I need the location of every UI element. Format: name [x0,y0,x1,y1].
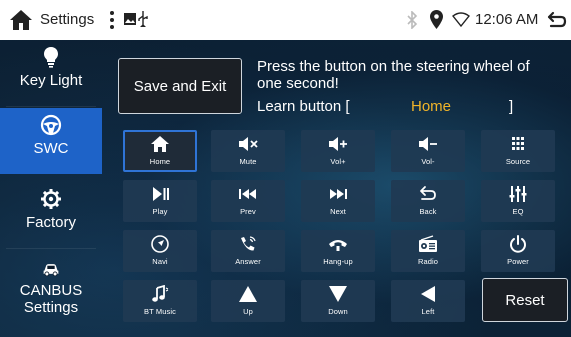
key-source[interactable]: Source [481,130,555,172]
key-label: Vol+ [330,157,346,166]
divider [6,248,96,249]
arrow-down-icon [329,286,347,302]
home-icon [151,136,169,152]
key-eq[interactable]: EQ [481,180,555,222]
sidebar-item-canbus-settings[interactable]: CANBUS Settings [0,254,102,334]
wifi-icon [452,12,470,27]
key-label: Radio [417,257,439,266]
music-icon [152,285,169,302]
key-down[interactable]: Down [301,280,375,322]
learn-button-label: Learn button [ [257,98,350,115]
navigation-icon [151,235,169,253]
location-icon [430,10,443,29]
key-prev[interactable]: Prev [211,180,285,222]
usb-icon [138,11,148,27]
key-label: Answer [235,257,261,266]
key-label: Navi [152,257,168,266]
back-arrow-icon[interactable] [547,10,567,30]
page-title: Settings [40,11,95,28]
gear-icon [41,189,61,209]
key-label: Up [243,307,253,316]
mute-icon [239,137,258,151]
key-play[interactable]: Play [123,180,197,222]
phone-hangup-icon [329,240,347,251]
previous-icon [239,189,256,199]
next-icon [330,189,347,199]
key-back[interactable]: Back [391,180,465,222]
radio-icon [419,235,437,252]
arrow-up-icon [239,286,257,302]
sidebar-item-label: Factory [25,214,76,231]
sidebar-item-label: Key Light [19,72,83,89]
learn-button-value: Home [411,98,452,115]
gallery-icon [124,13,136,25]
learn-button-bracket: ] [509,98,514,115]
divider [6,106,96,107]
key-label: Power [507,257,529,266]
key-mute[interactable]: Mute [211,130,285,172]
sidebar-item-key-light[interactable]: Key Light [0,40,102,106]
key-label: BT Music [144,307,176,316]
key-left[interactable]: Left [391,280,465,322]
sidebar-item-swc[interactable]: SWC [0,108,102,174]
more-vert-icon[interactable] [108,10,116,30]
play-pause-icon [153,187,169,201]
car-icon [43,264,59,277]
key-answer[interactable]: Answer [211,230,285,272]
key-label: Next [330,207,346,216]
clock: 12:06 AM [475,11,539,28]
sidebar-item-factory[interactable]: Factory [0,182,102,248]
key-label: Left [421,307,435,316]
grid-icon [512,137,524,150]
phone-answer-icon [241,236,256,251]
key-hang-up[interactable]: Hang-up [301,230,375,272]
key-next[interactable]: Next [301,180,375,222]
key-navi[interactable]: Navi [123,230,197,272]
volume-up-icon [329,137,347,151]
status-bar: Settings 12:06 AM [0,0,571,40]
save-and-exit-button[interactable]: Save and Exit [118,58,242,114]
volume-down-icon [419,137,437,151]
key-home[interactable]: Home [123,130,197,172]
arrow-left-icon [421,286,435,302]
key-up[interactable]: Up [211,280,285,322]
key-bt-music[interactable]: BT Music [123,280,197,322]
equalizer-icon [509,186,527,202]
key-label: Mute [239,157,257,166]
key-label: Hang-up [323,257,353,266]
steering-wheel-icon [40,114,62,136]
key-label: EQ [512,207,524,216]
key-label: Vol- [421,157,435,166]
key-label: Back [419,207,437,216]
power-icon [510,235,526,253]
sidebar-item-label: CANBUS Settings [19,282,83,316]
sidebar-item-label: SWC [33,140,69,157]
back-icon [420,186,436,200]
key-label: Down [328,307,348,316]
key-label: Prev [240,207,256,216]
key-label: Source [505,157,531,166]
key-label: Home [149,157,171,166]
key-radio[interactable]: Radio [391,230,465,272]
key-vol-up[interactable]: Vol+ [301,130,375,172]
bulb-icon [44,47,58,68]
instruction-text: Press the button on the steering wheel o… [257,58,530,92]
key-power[interactable]: Power [481,230,555,272]
reset-button[interactable]: Reset [482,278,568,322]
bluetooth-icon [407,11,418,29]
key-vol-down[interactable]: Vol- [391,130,465,172]
home-icon[interactable] [8,8,34,32]
sidebar: Key Light SWC Factory CANBUS Settings [0,40,102,337]
key-label: Play [152,207,168,216]
